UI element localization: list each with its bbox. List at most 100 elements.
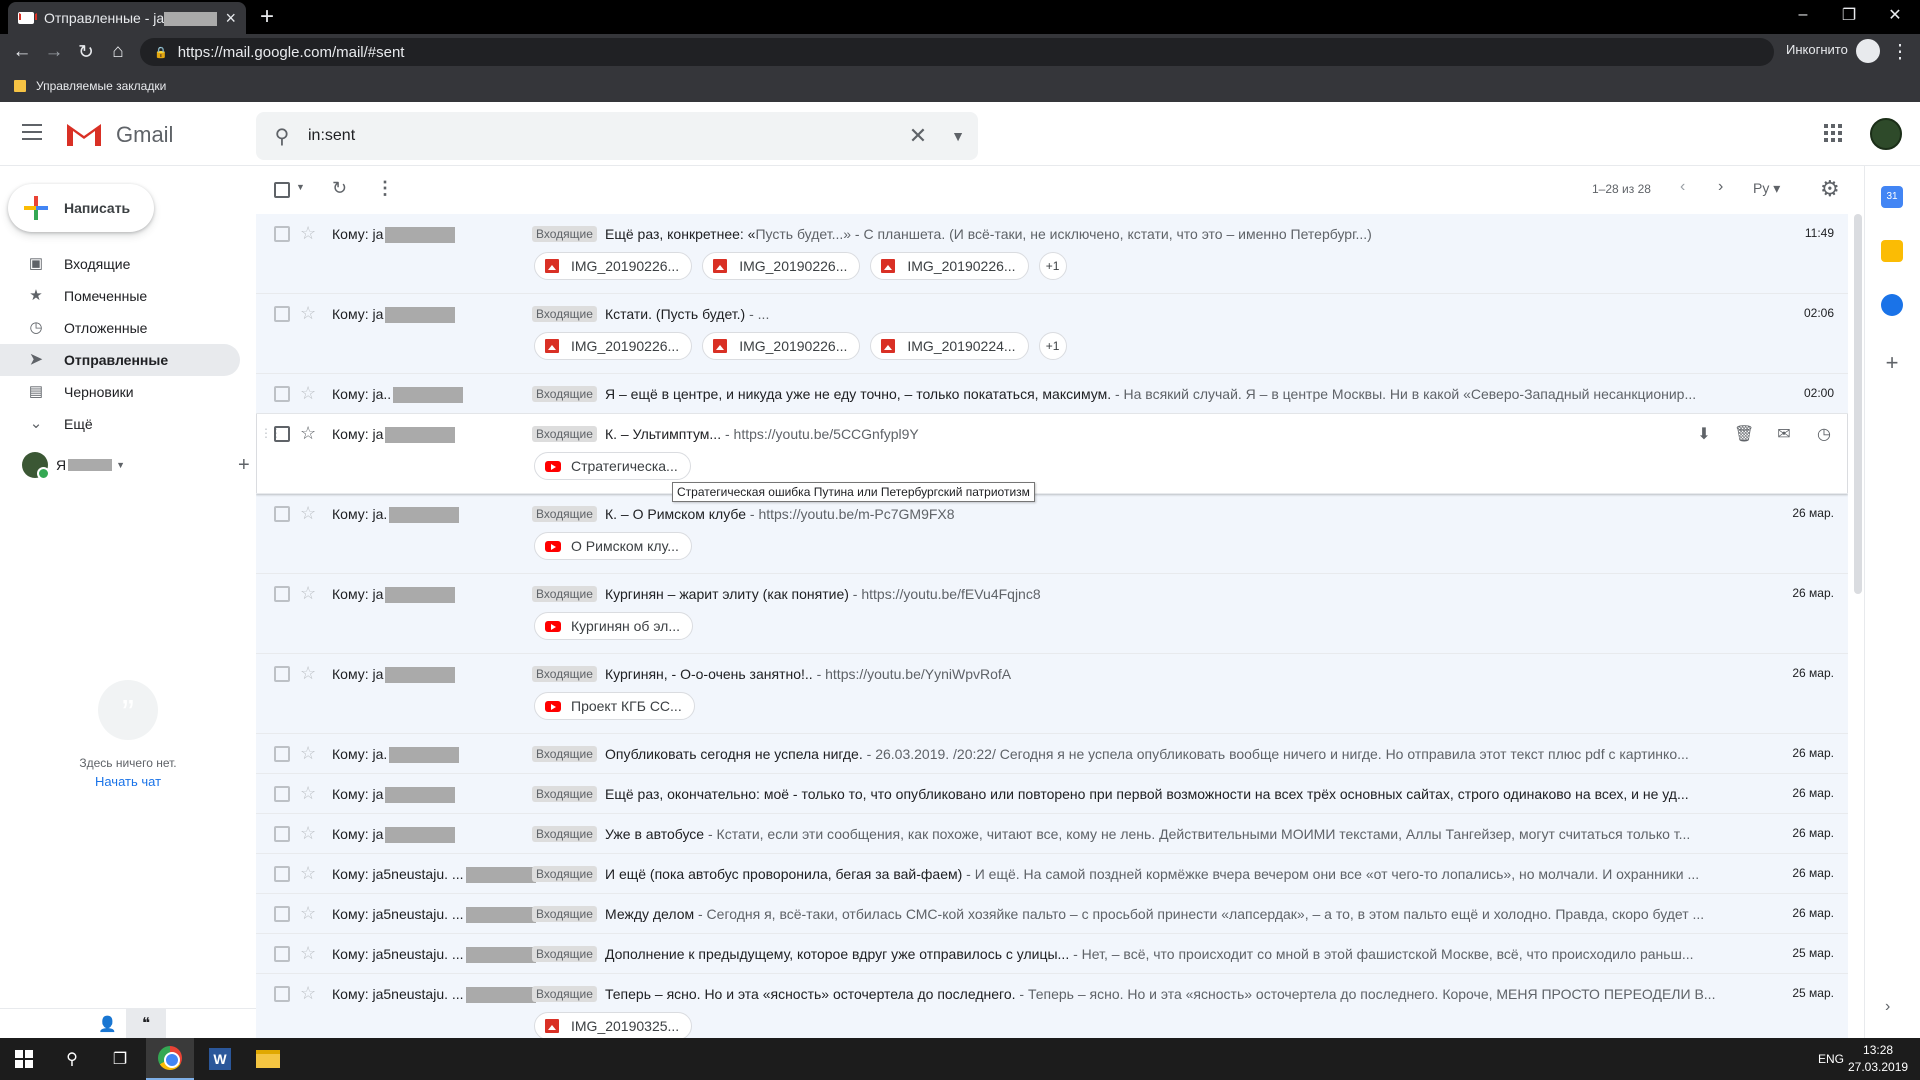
attachment-chip[interactable]: IMG_20190226...: [702, 332, 861, 360]
search-icon[interactable]: ⚲: [256, 124, 308, 149]
row-checkbox[interactable]: [274, 826, 290, 842]
row-checkbox[interactable]: [274, 386, 290, 402]
table-row[interactable]: ☆ Кому: ja Входящие Ещё раз, конкретнее: «П…: [256, 214, 1848, 294]
clear-search-icon[interactable]: ✕: [898, 123, 938, 149]
close-window-button[interactable]: ✕: [1872, 0, 1918, 30]
start-button[interactable]: [0, 1038, 48, 1080]
select-all-checkbox[interactable]: [274, 182, 290, 198]
input-tools-button[interactable]: Ру ▾: [1753, 180, 1780, 197]
label-badge[interactable]: Входящие: [532, 306, 597, 322]
table-row[interactable]: ☆ Кому: ja5neustaju. ... Входящие Между дел…: [256, 894, 1848, 934]
row-checkbox[interactable]: [274, 306, 290, 322]
back-button[interactable]: ←: [8, 38, 36, 66]
label-badge[interactable]: Входящие: [532, 786, 597, 802]
row-checkbox[interactable]: [274, 986, 290, 1002]
label-badge[interactable]: Входящие: [532, 746, 597, 762]
table-row[interactable]: ⋮⋮ ☆ Кому: ja Входящие К. – Ультимптум... - …: [256, 414, 1848, 494]
row-checkbox[interactable]: [274, 786, 290, 802]
sidebar-item-3[interactable]: ➤ Отправленные: [0, 344, 240, 376]
attachment-chip[interactable]: IMG_20190224...: [870, 332, 1029, 360]
more-attachments-chip[interactable]: +1: [1038, 332, 1067, 360]
prev-page-icon[interactable]: ‹: [1680, 178, 1685, 196]
scrollbar-thumb[interactable]: [1854, 214, 1862, 594]
gmail-logo-icon[interactable]: [65, 120, 103, 148]
attachment-chip[interactable]: О Римском клу...: [534, 532, 692, 560]
row-checkbox[interactable]: [274, 946, 290, 962]
tasks-icon[interactable]: [1881, 294, 1903, 316]
tab-close-icon[interactable]: ×: [225, 8, 236, 29]
more-actions-icon[interactable]: ⋮: [376, 178, 394, 199]
label-badge[interactable]: Входящие: [532, 906, 597, 922]
table-row[interactable]: ☆ Кому: ja Входящие Кургинян, - О-о-очень з…: [256, 654, 1848, 734]
table-row[interactable]: ☆ Кому: ja. Входящие К. – О Римском клубе -…: [256, 494, 1848, 574]
star-icon[interactable]: ☆: [300, 943, 316, 964]
star-icon[interactable]: ☆: [300, 583, 316, 604]
table-row[interactable]: ☆ Кому: ja5neustaju. ... Входящие И ещё (по…: [256, 854, 1848, 894]
label-badge[interactable]: Входящие: [532, 946, 597, 962]
minimize-button[interactable]: –: [1780, 0, 1826, 30]
table-row[interactable]: ☆ Кому: ja Входящие Ещё раз, окончательно: …: [256, 774, 1848, 814]
delete-icon[interactable]: 🗑: [1734, 424, 1754, 444]
contacts-icon[interactable]: 👤: [98, 1015, 117, 1033]
account-avatar[interactable]: [1870, 118, 1902, 150]
forward-button[interactable]: →: [40, 38, 68, 66]
word-taskbar-icon[interactable]: W: [196, 1038, 244, 1080]
label-badge[interactable]: Входящие: [532, 586, 597, 602]
sidebar-item-5[interactable]: ⌄ Ещё: [0, 408, 240, 440]
table-row[interactable]: ☆ Кому: ja5neustaju. ... Входящие Дополнени…: [256, 934, 1848, 974]
table-row[interactable]: ☆ Кому: ja5neustaju. ... Входящие Теперь – …: [256, 974, 1848, 1038]
address-bar[interactable]: 🔒 https://mail.google.com/mail/#sent: [140, 38, 1774, 66]
star-icon[interactable]: ☆: [300, 503, 316, 524]
apps-grid-icon[interactable]: [1824, 124, 1842, 142]
new-chat-icon[interactable]: +: [238, 454, 250, 477]
refresh-icon[interactable]: ↻: [332, 178, 347, 199]
star-icon[interactable]: ☆: [300, 303, 316, 324]
label-badge[interactable]: Входящие: [532, 826, 597, 842]
keyboard-language[interactable]: ENG: [1818, 1038, 1844, 1080]
hangouts-icon[interactable]: ❝: [126, 1009, 166, 1039]
label-badge[interactable]: Входящие: [532, 986, 597, 1002]
new-tab-button[interactable]: +: [260, 4, 274, 30]
explorer-taskbar-icon[interactable]: [244, 1038, 292, 1080]
row-checkbox[interactable]: [274, 906, 290, 922]
attachment-chip[interactable]: IMG_20190325...: [534, 1012, 693, 1038]
row-checkbox[interactable]: [274, 226, 290, 242]
star-icon[interactable]: ☆: [300, 383, 316, 404]
settings-gear-icon[interactable]: ⚙: [1820, 176, 1840, 202]
star-icon[interactable]: ☆: [300, 743, 316, 764]
main-menu-icon[interactable]: [22, 124, 42, 142]
star-icon[interactable]: ☆: [300, 663, 316, 684]
table-row[interactable]: ☆ Кому: ja. Входящие Опубликовать сегодня н…: [256, 734, 1848, 774]
snooze-icon[interactable]: ◷: [1814, 424, 1834, 444]
next-page-icon[interactable]: ›: [1718, 178, 1723, 196]
table-row[interactable]: ☆ Кому: ja Входящие Кстати. (Пусть будет.) …: [256, 294, 1848, 374]
label-badge[interactable]: Входящие: [532, 866, 597, 882]
label-badge[interactable]: Входящие: [532, 506, 597, 522]
system-clock[interactable]: 13:28 27.03.2019: [1848, 1042, 1908, 1076]
select-dropdown-icon[interactable]: ▼: [296, 182, 305, 192]
attachment-chip[interactable]: IMG_20190226...: [702, 252, 861, 280]
attachment-chip[interactable]: Проект КГБ СС...: [534, 692, 695, 720]
star-icon[interactable]: ☆: [300, 423, 316, 444]
table-row[interactable]: ☆ Кому: ja.. Входящие Я – ещё в центре, и н…: [256, 374, 1848, 414]
attachment-chip[interactable]: Кургинян об эл...: [534, 612, 694, 640]
attachment-chip[interactable]: IMG_20190226...: [534, 252, 693, 280]
row-checkbox[interactable]: [274, 586, 290, 602]
chrome-taskbar-icon[interactable]: [146, 1038, 194, 1080]
sidebar-item-1[interactable]: ★ Помеченные: [0, 280, 240, 312]
star-icon[interactable]: ☆: [300, 223, 316, 244]
row-checkbox[interactable]: [274, 866, 290, 882]
search-taskbar-icon[interactable]: ⚲: [48, 1038, 96, 1080]
keep-icon[interactable]: [1881, 240, 1903, 262]
row-checkbox[interactable]: [274, 506, 290, 522]
label-badge[interactable]: Входящие: [532, 386, 597, 402]
sidebar-item-0[interactable]: ▣ Входящие: [0, 248, 240, 280]
search-options-icon[interactable]: ▼: [938, 128, 978, 144]
search-input[interactable]: [308, 127, 898, 145]
sidebar-item-4[interactable]: ▤ Черновики: [0, 376, 240, 408]
archive-icon[interactable]: ⬇: [1694, 424, 1714, 444]
star-icon[interactable]: ☆: [300, 903, 316, 924]
label-badge[interactable]: Входящие: [532, 666, 597, 682]
task-view-icon[interactable]: ❐: [96, 1038, 144, 1080]
scrollbar[interactable]: [1852, 214, 1862, 1038]
